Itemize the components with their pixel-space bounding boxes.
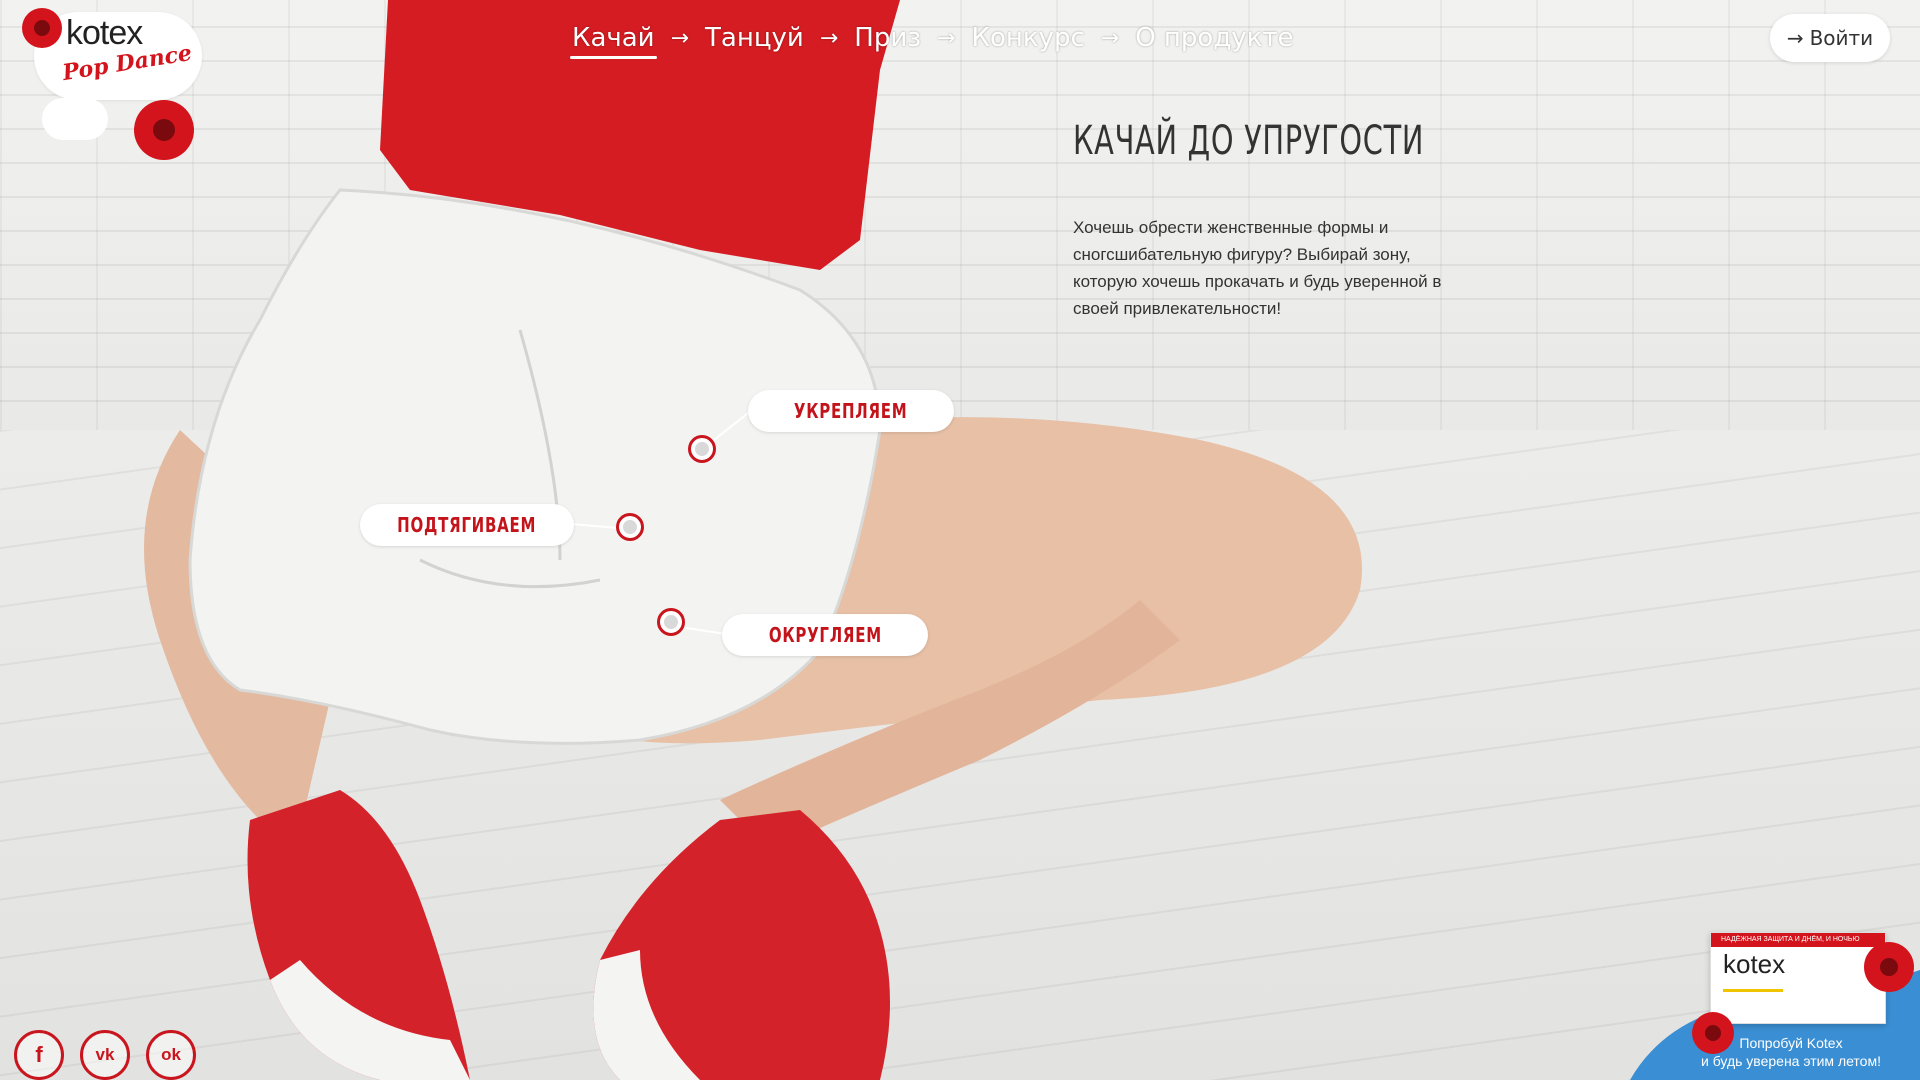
social-links: f vk ok bbox=[14, 1030, 196, 1080]
product-box-band: НАДЁЖНАЯ ЗАЩИТА И ДНЁМ, И НОЧЬЮ bbox=[1711, 933, 1885, 947]
promo-line-1: Попробуй Kotex bbox=[1739, 1035, 1843, 1051]
nav-item-priz[interactable]: Приз bbox=[852, 23, 923, 53]
gerbera-flower-icon bbox=[1864, 942, 1914, 992]
login-label: Войти bbox=[1809, 26, 1874, 50]
arrow-right-icon: → bbox=[819, 25, 839, 51]
logo-cloud-small bbox=[42, 98, 108, 140]
product-box-brand: kotex bbox=[1723, 949, 1786, 979]
product-box: НАДЁЖНАЯ ЗАЩИТА И ДНЁМ, И НОЧЬЮ kotex bbox=[1710, 932, 1886, 1024]
vk-glyph: vk bbox=[95, 1045, 115, 1064]
page-description: Хочешь обрести женственные формы и сногс… bbox=[1073, 218, 1442, 318]
arrow-right-icon: → bbox=[937, 25, 956, 51]
odnoklassniki-glyph: ok bbox=[161, 1045, 181, 1064]
main-nav: Качай → Танцуй → Приз → Конкурс → О прод… bbox=[570, 18, 1296, 59]
nav-item-kachai[interactable]: Качай bbox=[570, 23, 657, 59]
facebook-icon[interactable]: f bbox=[14, 1030, 64, 1080]
product-box-stripe bbox=[1723, 989, 1783, 992]
gerbera-flower-icon bbox=[22, 8, 62, 48]
odnoklassniki-icon[interactable]: ok bbox=[146, 1030, 196, 1080]
vk-icon[interactable]: vk bbox=[80, 1030, 130, 1080]
login-button[interactable]: → Войти bbox=[1770, 14, 1890, 62]
nav-item-tantsui[interactable]: Танцуй bbox=[703, 23, 806, 53]
zone-hotspot-podtyagivaem[interactable] bbox=[616, 513, 644, 541]
nav-item-konkurs[interactable]: Конкурс bbox=[969, 23, 1086, 53]
zone-hotspot-ukreplyaem[interactable] bbox=[688, 435, 716, 463]
page-title: Качай до упругости bbox=[1073, 118, 1425, 164]
zone-label: Подтягиваем bbox=[397, 513, 537, 537]
arrow-right-icon: → bbox=[1100, 25, 1120, 51]
zone-tag-okruglyaem[interactable]: Округляем bbox=[722, 614, 928, 656]
product-promo[interactable]: НАДЁЖНАЯ ЗАЩИТА И ДНЁМ, И НОЧЬЮ kotex По… bbox=[1630, 900, 1920, 1080]
facebook-glyph: f bbox=[35, 1042, 43, 1067]
zone-tag-ukreplyaem[interactable]: Укрепляем bbox=[748, 390, 954, 432]
promo-text: Попробуй Kotex и будь уверена этим летом… bbox=[1676, 1034, 1906, 1070]
arrow-right-icon: → bbox=[1786, 26, 1804, 50]
nav-item-o-produkte[interactable]: О продукте bbox=[1133, 23, 1295, 53]
kotex-pop-dance-logo[interactable]: kotex Pop Dance bbox=[20, 6, 210, 160]
logo-brand: kotex bbox=[66, 14, 143, 52]
zone-label: Укрепляем bbox=[794, 399, 908, 423]
gerbera-flower-icon bbox=[134, 100, 194, 160]
zone-tag-podtyagivaem[interactable]: Подтягиваем bbox=[360, 504, 574, 546]
promo-line-2: и будь уверена этим летом! bbox=[1701, 1053, 1881, 1069]
zone-label: Округляем bbox=[768, 623, 882, 647]
zone-hotspot-okruglyaem[interactable] bbox=[657, 608, 685, 636]
arrow-right-icon: → bbox=[670, 25, 690, 51]
